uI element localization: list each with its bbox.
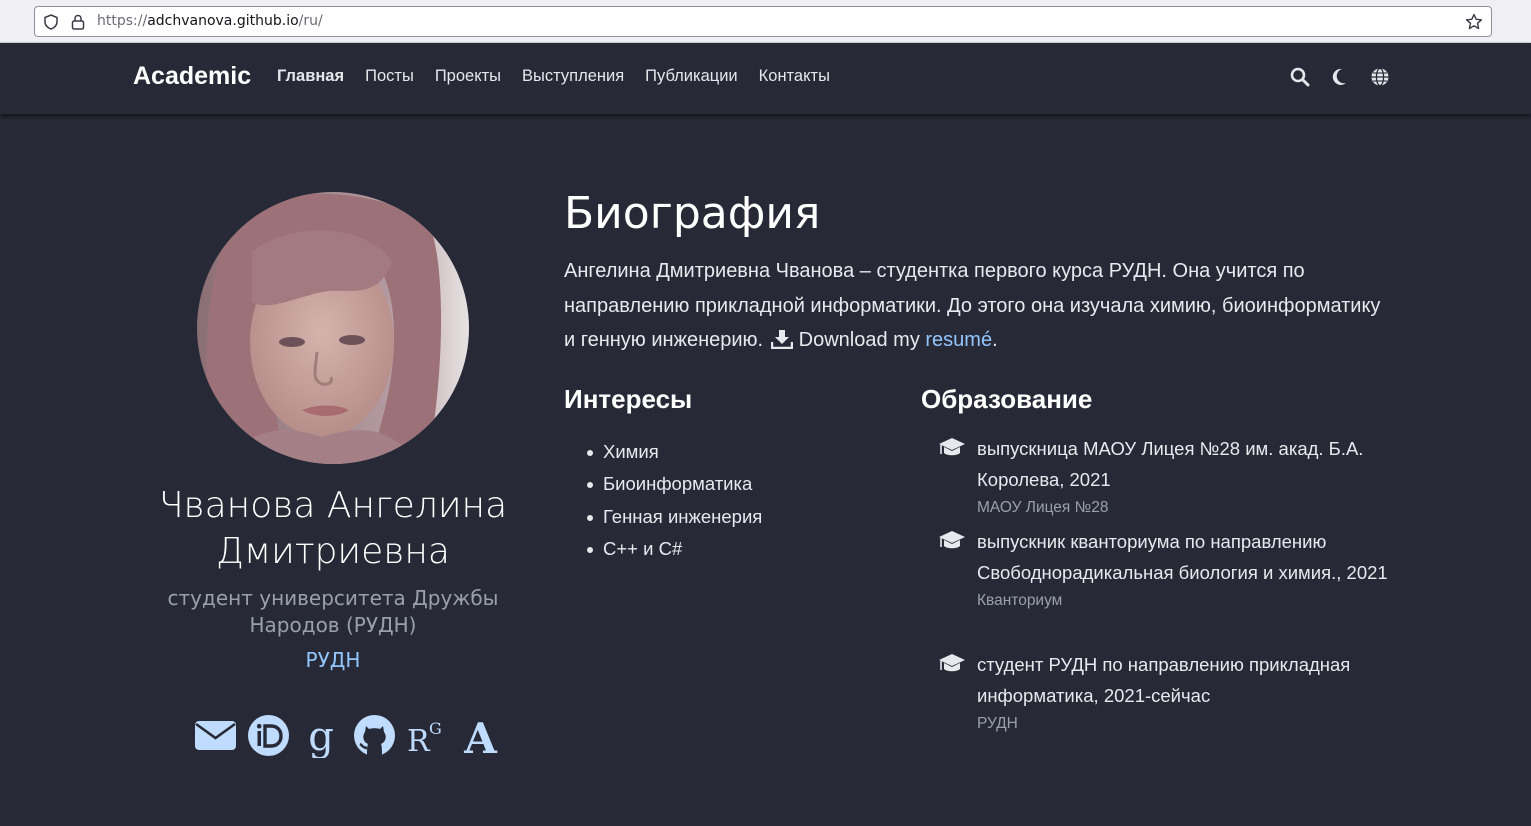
graduation-cap-icon (939, 654, 965, 672)
nav-link-home[interactable]: Главная (277, 67, 344, 86)
lock-icon[interactable] (71, 14, 85, 30)
profile-name: Чванова Ангелина Дмитриевна (158, 485, 508, 572)
nav-link-contacts[interactable]: Контакты (759, 67, 830, 86)
list-item: Биоинформатика (585, 468, 762, 500)
biography-heading: Биография (564, 188, 821, 239)
url-text[interactable]: https://adchvanova.github.io/ru/ (97, 13, 323, 29)
profile-organization[interactable]: РУДН (133, 648, 533, 672)
education-item: выпускница МАОУ Лицея №28 им. акад. Б.А.… (938, 433, 1388, 521)
graduation-cap-icon (939, 531, 965, 549)
list-item: C++ и C# (585, 533, 762, 565)
google-scholar-icon[interactable]: g (299, 713, 344, 758)
svg-text:R: R (407, 724, 431, 758)
svg-text:G: G (429, 719, 442, 738)
github-icon[interactable] (352, 713, 397, 758)
url-host: adchvanova.github.io (147, 13, 299, 29)
address-bar[interactable]: https://adchvanova.github.io/ru/ (34, 6, 1492, 37)
education-institution: РУДН (977, 715, 1018, 732)
url-scheme: https:// (97, 13, 148, 29)
researchgate-icon[interactable]: R G (405, 713, 450, 758)
nav-link-posts[interactable]: Посты (365, 67, 414, 86)
education-institution: МАОУ Лицея №28 (977, 499, 1109, 516)
education-course: выпускница МАОУ Лицея №28 им. акад. Б.А.… (977, 438, 1364, 490)
education-heading: Образование (921, 384, 1093, 414)
resume-period: . (992, 329, 998, 351)
nav-menu: Главная Посты Проекты Выступления Публик… (277, 67, 830, 86)
svg-text:g: g (308, 714, 334, 758)
site-navbar: Academic Главная Посты Проекты Выступлен… (0, 43, 1531, 114)
academia-icon[interactable]: A (458, 713, 503, 758)
nav-link-projects[interactable]: Проекты (435, 67, 501, 86)
moon-icon[interactable] (1330, 67, 1350, 87)
url-path: /ru/ (298, 13, 323, 29)
profile-role: студент университета Дружбы Народов (РУД… (167, 586, 499, 637)
education-item: выпускник кванториума по направлению Сво… (938, 526, 1388, 614)
orcid-icon[interactable] (246, 713, 291, 758)
shield-icon[interactable] (43, 14, 59, 30)
social-links: g R G A (193, 713, 503, 758)
list-item: Химия (585, 436, 762, 468)
interests-heading: Интересы (564, 384, 693, 414)
globe-icon[interactable] (1370, 67, 1390, 87)
graduation-cap-icon (939, 438, 965, 456)
search-icon[interactable] (1290, 67, 1310, 87)
svg-text:A: A (463, 714, 498, 758)
avatar (197, 192, 469, 464)
brand-logo[interactable]: Academic (133, 62, 251, 91)
download-icon (770, 330, 793, 349)
education-institution: Кванториум (977, 592, 1063, 609)
download-label: Download my (798, 329, 920, 351)
envelope-icon[interactable] (193, 713, 238, 758)
education-item: студент РУДН по направлению прикладная и… (938, 649, 1388, 737)
education-course: выпускник кванториума по направлению Сво… (977, 531, 1388, 583)
bookmark-star-icon[interactable] (1465, 13, 1483, 31)
resume-link[interactable]: resumé (925, 329, 992, 351)
browser-toolbar: https://adchvanova.github.io/ru/ (0, 0, 1531, 43)
interests-list: Химия Биоинформатика Генная инженерия C+… (585, 436, 762, 565)
nav-link-publications[interactable]: Публикации (645, 67, 738, 86)
list-item: Генная инженерия (585, 501, 762, 533)
biography-text: Ангелина Дмитриевна Чванова – студентка … (564, 254, 1384, 358)
education-course: студент РУДН по направлению прикладная и… (977, 654, 1351, 706)
nav-actions (1290, 67, 1390, 87)
nav-link-talks[interactable]: Выступления (522, 67, 624, 86)
